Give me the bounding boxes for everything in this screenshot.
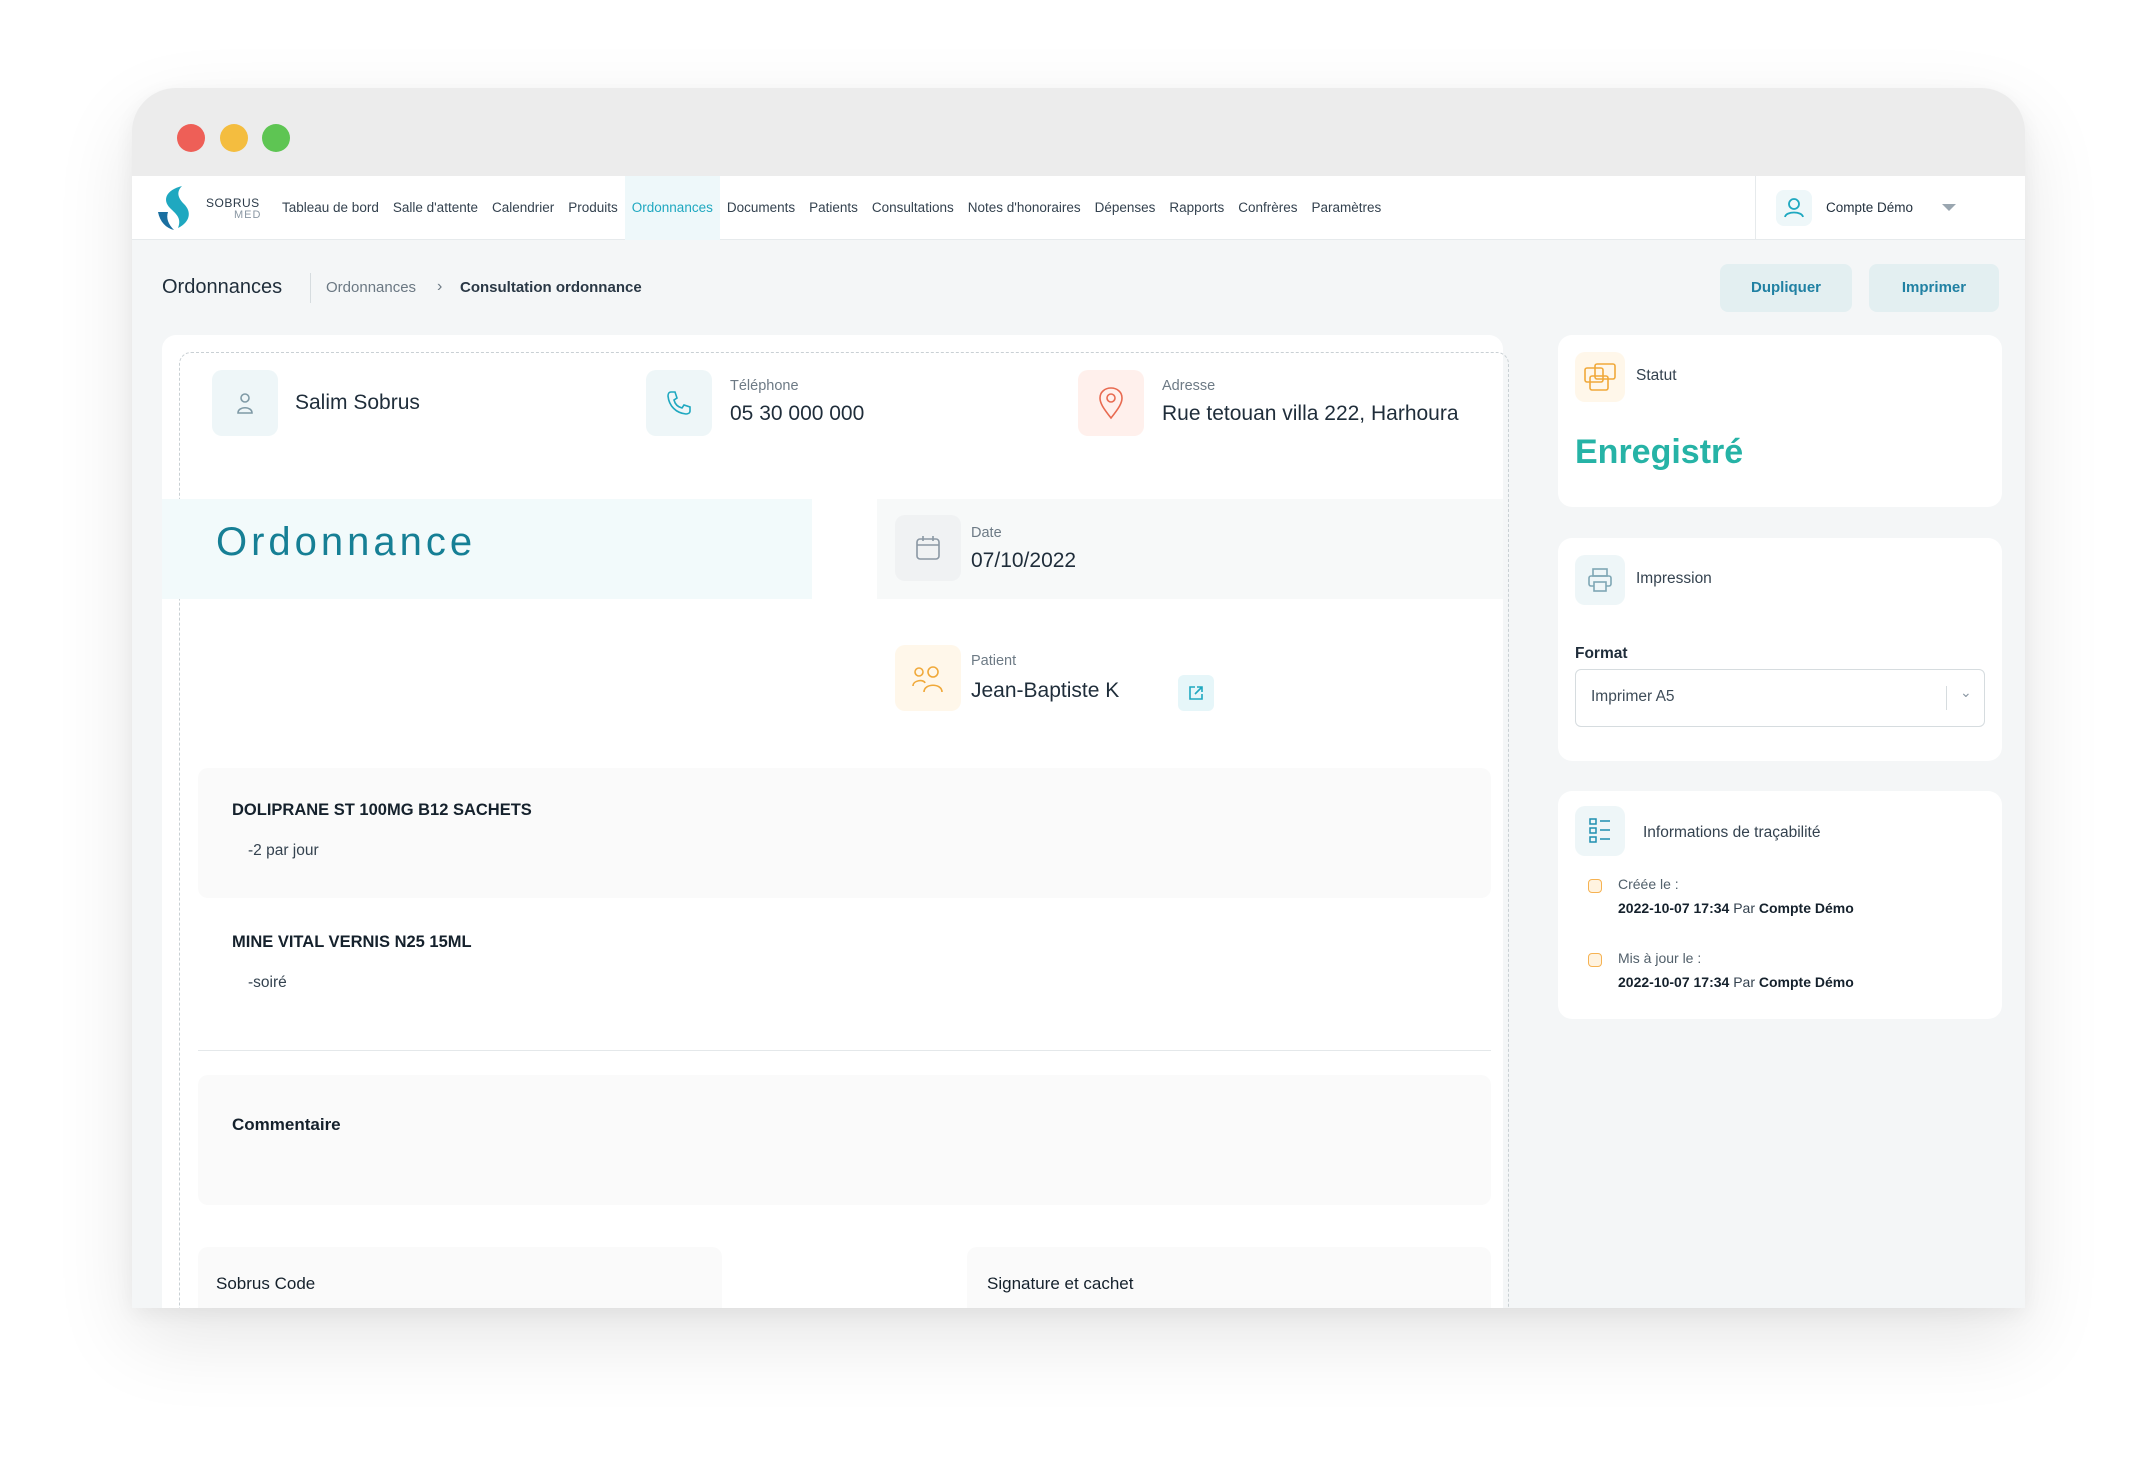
- print-card: Impression Format Imprimer A5 ⌄: [1558, 538, 2002, 761]
- close-window-button[interactable]: [177, 124, 205, 152]
- chevron-down-icon[interactable]: ⌄: [1960, 684, 1972, 701]
- traceability-title: Informations de traçabilité: [1643, 824, 1821, 841]
- status-card: Statut Enregistré: [1558, 335, 2002, 507]
- chevron-right-icon: ›: [437, 278, 443, 295]
- account-name: Compte Démo: [1826, 200, 1914, 215]
- nav-item-salle-attente[interactable]: Salle d'attente: [386, 176, 485, 240]
- medication-item: MINE VITAL VERNIS N25 15ML -soiré: [198, 900, 1491, 1030]
- updated-date: 2022-10-07 17:34: [1618, 974, 1730, 990]
- nav-item-notes-honoraires[interactable]: Notes d'honoraires: [961, 176, 1088, 240]
- user-icon: [1776, 190, 1812, 226]
- created-value: 2022-10-07 17:34 Par Compte Démo: [1618, 900, 1854, 916]
- created-label: Créée le :: [1618, 876, 1679, 892]
- status-badge: Enregistré: [1575, 433, 1744, 471]
- format-label: Format: [1575, 645, 1628, 662]
- date-value: 07/10/2022: [971, 549, 1077, 572]
- created-by-prefix: Par: [1733, 900, 1755, 916]
- duplicate-button[interactable]: Dupliquer: [1720, 264, 1852, 312]
- location-icon: [1078, 370, 1144, 436]
- signature-label: Signature et cachet: [987, 1274, 1134, 1293]
- nav-item-tableau-de-bord[interactable]: Tableau de bord: [275, 176, 386, 240]
- sobrus-code-label: Sobrus Code: [216, 1274, 316, 1293]
- app-window: SOBRUS MED Tableau de bord Salle d'atten…: [132, 88, 2025, 1308]
- nav-item-patients[interactable]: Patients: [802, 176, 865, 240]
- updated-value: 2022-10-07 17:34 Par Compte Démo: [1618, 974, 1854, 990]
- doctor-name: Salim Sobrus: [295, 391, 420, 414]
- maximize-window-button[interactable]: [262, 124, 290, 152]
- medication-name: MINE VITAL VERNIS N25 15ML: [232, 933, 472, 951]
- phone-icon: [646, 370, 712, 436]
- breadcrumb-current: Consultation ordonnance: [460, 279, 642, 296]
- medication-dosage: -soiré: [248, 974, 287, 991]
- nav-item-depenses[interactable]: Dépenses: [1088, 176, 1163, 240]
- section-divider: [198, 1050, 1491, 1051]
- select-divider: [1946, 686, 1947, 710]
- created-by: Compte Démo: [1758, 900, 1854, 916]
- nav-item-rapports[interactable]: Rapports: [1162, 176, 1231, 240]
- format-select-value: Imprimer A5: [1591, 688, 1675, 705]
- nav-item-consultations[interactable]: Consultations: [865, 176, 961, 240]
- prescription-card: Salim Sobrus Téléphone 05 30 000 000 Adr…: [162, 335, 1509, 1308]
- list-icon: [1575, 806, 1625, 856]
- sobrus-logo[interactable]: SOBRUS MED: [152, 182, 272, 234]
- updated-label: Mis à jour le :: [1618, 950, 1702, 966]
- calendar-icon: [1588, 879, 1602, 893]
- window-titlebar: [132, 88, 2025, 176]
- comment-label: Commentaire: [232, 1115, 341, 1134]
- updated-by: Compte Démo: [1758, 974, 1854, 990]
- minimize-window-button[interactable]: [220, 124, 248, 152]
- main-nav: Tableau de bord Salle d'attente Calendri…: [275, 176, 1388, 240]
- address-label: Adresse: [1162, 378, 1216, 394]
- sobrus-code-box: Sobrus Code: [198, 1247, 722, 1308]
- ordonnance-title: Ordonnance: [216, 520, 477, 564]
- printer-icon: [1575, 555, 1625, 605]
- updated-by-prefix: Par: [1733, 974, 1755, 990]
- logo-text-top: SOBRUS: [206, 196, 260, 210]
- phone-value: 05 30 000 000: [730, 402, 865, 425]
- nav-item-documents[interactable]: Documents: [720, 176, 802, 240]
- top-navbar: SOBRUS MED Tableau de bord Salle d'atten…: [132, 176, 2025, 240]
- breadcrumb-divider: [310, 273, 311, 303]
- page-title: Ordonnances: [162, 276, 283, 298]
- nav-item-produits[interactable]: Produits: [561, 176, 625, 240]
- calendar-icon: [895, 515, 961, 581]
- patient-name[interactable]: Jean-Baptiste K: [971, 679, 1119, 703]
- doctor-icon: [212, 370, 278, 436]
- signature-box: Signature et cachet: [967, 1247, 1491, 1308]
- traceability-card: Informations de traçabilité Créée le : 2…: [1558, 791, 2002, 1019]
- external-link-icon[interactable]: [1178, 675, 1214, 711]
- format-select[interactable]: Imprimer A5 ⌄: [1575, 669, 1985, 727]
- patient-icon: [895, 645, 961, 711]
- medication-item: DOLIPRANE ST 100MG B12 SACHETS -2 par jo…: [198, 768, 1491, 898]
- sobrus-logo-icon: [158, 186, 189, 230]
- breadcrumb-ordonnances[interactable]: Ordonnances: [326, 279, 416, 296]
- print-title: Impression: [1636, 570, 1712, 587]
- logo-text-bottom: MED: [234, 209, 262, 221]
- medication-name: DOLIPRANE ST 100MG B12 SACHETS: [232, 801, 532, 819]
- nav-item-calendrier[interactable]: Calendrier: [485, 176, 561, 240]
- chevron-down-icon[interactable]: [1942, 204, 1956, 211]
- nav-item-ordonnances[interactable]: Ordonnances: [624, 176, 720, 240]
- comment-section: Commentaire: [198, 1075, 1491, 1205]
- address-value: Rue tetouan villa 222, Harhoura: [1162, 402, 1459, 425]
- phone-label: Téléphone: [730, 378, 799, 394]
- status-icon: [1575, 352, 1625, 402]
- patient-label: Patient: [971, 653, 1017, 669]
- nav-item-parametres[interactable]: Paramètres: [1304, 176, 1388, 240]
- created-date: 2022-10-07 17:34: [1618, 900, 1730, 916]
- nav-item-confreres[interactable]: Confrères: [1231, 176, 1304, 240]
- medication-dosage: -2 par jour: [248, 842, 319, 859]
- status-title: Statut: [1636, 367, 1677, 384]
- print-button[interactable]: Imprimer: [1869, 264, 1999, 312]
- account-menu[interactable]: Compte Démo: [1755, 176, 1985, 240]
- date-label: Date: [971, 525, 1002, 541]
- calendar-icon: [1588, 953, 1602, 967]
